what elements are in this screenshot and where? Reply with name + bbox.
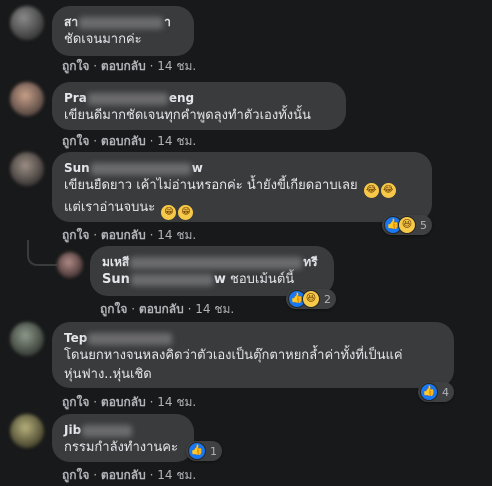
comment-actions: ถูกใจ · ตอบกลับ · 14 ชม. (62, 395, 197, 409)
commenter-name[interactable]: มเหสี ทรี (102, 254, 322, 270)
reply-link[interactable]: ตอบกลับ (101, 134, 146, 148)
reaction-summary[interactable]: 👍 😆 5 (382, 215, 432, 235)
like-link[interactable]: ถูกใจ (62, 468, 89, 482)
timestamp[interactable]: 14 ชม. (157, 59, 196, 73)
tagged-user[interactable]: Sun w (102, 272, 226, 287)
comment-actions: ถูกใจ · ตอบกลับ · 14 ชม. (62, 228, 197, 242)
laughing-emoji-icon: 😂 (380, 183, 396, 198)
avatar[interactable] (10, 82, 44, 116)
laughing-emoji-icon: 😂 (363, 183, 379, 198)
comment-text-line-1: โดนยกหางจนหลงคิดว่าตัวเองเป็นตุ๊กตาหยกล้… (64, 348, 403, 363)
like-link[interactable]: ถูกใจ (62, 134, 89, 148)
reply-link[interactable]: ตอบกลับ (101, 468, 146, 482)
comment-text: Sun w ชอบเม้นต์นี้ (102, 272, 295, 287)
avatar[interactable] (10, 152, 44, 186)
comment-text: เขียนดีมากชัดเจนทุกคำพูดลุงทำตัวเองทั้งน… (64, 108, 311, 123)
timestamp[interactable]: 14 ชม. (157, 468, 196, 482)
reaction-count: 2 (324, 292, 331, 306)
reaction-count: 4 (442, 385, 449, 399)
comment-text-line-1: เขียนยืดยาว เค้าไม่อ่านหรอกค่ะ น้ำยังขี้… (64, 176, 420, 198)
timestamp[interactable]: 14 ชม. (195, 302, 234, 316)
reply-connector (27, 240, 57, 266)
comment-text: กรรมกำลังทำงานคะ (64, 440, 178, 455)
comment-bubble: Pra eng เขียนดีมากชัดเจนทุกคำพูดลุงทำตัวเ… (52, 82, 346, 130)
avatar[interactable] (10, 414, 44, 448)
reply-link[interactable]: ตอบกลับ (101, 228, 146, 242)
like-link[interactable]: ถูกใจ (100, 302, 127, 316)
timestamp[interactable]: 14 ชม. (157, 228, 196, 242)
comment-text: ชัดเจนมากค่ะ (64, 32, 142, 47)
reply-link[interactable]: ตอบกลับ (139, 302, 184, 316)
like-link[interactable]: ถูกใจ (62, 395, 89, 409)
comment-bubble: Tep โดนยกหางจนหลงคิดว่าตัวเองเป็นตุ๊กตาห… (52, 322, 454, 388)
reaction-count: 5 (420, 218, 427, 232)
grin-emoji-icon: 😁 (161, 205, 177, 220)
comment-actions: ถูกใจ · ตอบกลับ · 14 ชม. (62, 59, 197, 73)
reaction-count: 1 (210, 444, 217, 458)
reply-link[interactable]: ตอบกลับ (101, 395, 146, 409)
timestamp[interactable]: 14 ชม. (157, 134, 196, 148)
commenter-name[interactable]: Sun w (64, 160, 420, 176)
reaction-summary[interactable]: 👍 😆 2 (286, 289, 336, 309)
reply-link[interactable]: ตอบกลับ (101, 59, 146, 73)
comment-actions: ถูกใจ · ตอบกลับ · 14 ชม. (100, 302, 235, 316)
timestamp[interactable]: 14 ชม. (157, 395, 196, 409)
like-link[interactable]: ถูกใจ (62, 228, 89, 242)
like-link[interactable]: ถูกใจ (62, 59, 89, 73)
like-icon: 👍 (420, 383, 438, 401)
comment-actions: ถูกใจ · ตอบกลับ · 14 ชม. (62, 134, 197, 148)
commenter-name[interactable]: สาา (64, 14, 182, 30)
reaction-summary[interactable]: 👍 1 (186, 441, 222, 461)
avatar[interactable] (10, 6, 44, 40)
commenter-name[interactable]: Pra eng (64, 90, 334, 106)
comment-bubble: Jib กรรมกำลังทำงานคะ (52, 414, 194, 462)
haha-icon: 😆 (302, 290, 320, 308)
haha-icon: 😆 (398, 216, 416, 234)
grin-emoji-icon: 😁 (178, 205, 194, 220)
like-icon: 👍 (188, 442, 206, 460)
comment-text-line-2: หุ่นฟาง..หุ่นเชิด (64, 367, 152, 382)
comment-bubble: Sun w เขียนยืดยาว เค้าไม่อ่านหรอกค่ะ น้ำย… (52, 152, 432, 222)
comment-text-line-2: แต่เราอ่านจบนะ 😁 😁 (64, 198, 420, 220)
comment-actions: ถูกใจ · ตอบกลับ · 14 ชม. (62, 468, 197, 482)
commenter-name[interactable]: Tep (64, 330, 442, 346)
comment-bubble: สาา ชัดเจนมากค่ะ (52, 6, 194, 56)
commenter-name[interactable]: Jib (64, 422, 182, 438)
avatar[interactable] (10, 322, 44, 356)
avatar[interactable] (57, 252, 83, 278)
reaction-summary[interactable]: 👍 4 (418, 382, 454, 402)
